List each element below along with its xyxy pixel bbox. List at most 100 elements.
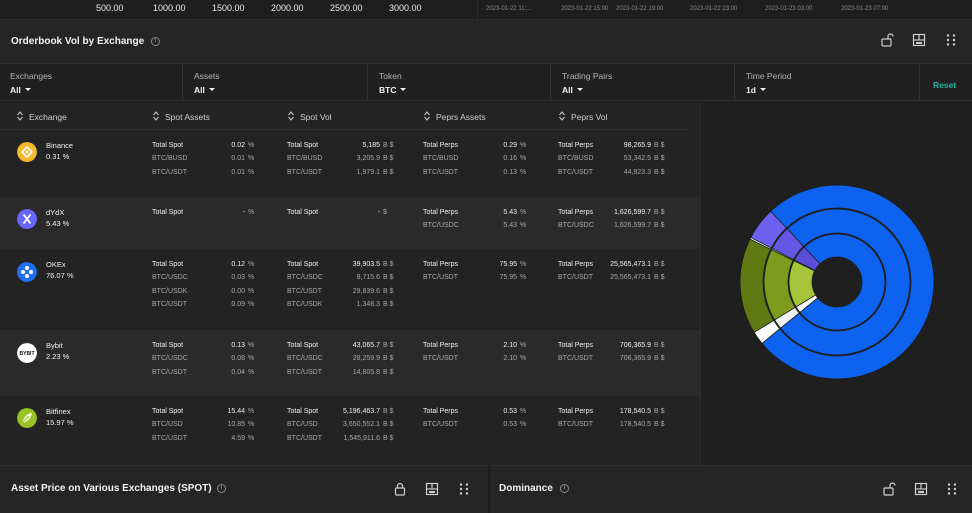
asset-price-panel: Asset Price on Various Exchanges (SPOT) … (0, 465, 488, 513)
layout-icon[interactable] (425, 482, 439, 496)
cell-value: 1,348.3 (356, 300, 380, 308)
cell-unit: % (520, 209, 527, 216)
cell-unit: B $ (383, 168, 394, 176)
cell-value: 3,650,552.1 (343, 421, 380, 429)
exchanges-filter[interactable]: Exchanges All (0, 64, 183, 101)
cell-unit: B $ (654, 355, 665, 363)
lock-icon[interactable] (393, 482, 407, 496)
cell-label: Total Spot (287, 342, 319, 349)
cell-unit: % (248, 209, 255, 216)
chevron-down-icon (25, 88, 31, 91)
cell-label: BTC/BUSD (287, 155, 323, 163)
info-icon[interactable]: i (151, 37, 160, 46)
chevron-down-icon (209, 88, 215, 91)
cell-unit: % (520, 274, 527, 282)
cell-label: BTC/USDT (558, 168, 593, 176)
cell-value: 178,540.5 (619, 421, 651, 429)
sort-icon[interactable] (559, 111, 565, 121)
sunburst-hole (813, 258, 861, 306)
unlock-icon[interactable] (880, 33, 894, 47)
cell-label: Total Perps (558, 408, 594, 415)
binance-logo-icon (17, 142, 37, 162)
reset-button[interactable]: Reset (933, 80, 956, 90)
panel-title: Dominance (499, 483, 553, 494)
info-icon[interactable]: i (560, 484, 569, 493)
info-icon[interactable]: i (217, 484, 226, 493)
layout-icon[interactable] (914, 482, 928, 496)
drag-handle-icon[interactable] (945, 482, 959, 496)
cell-label: Total Spot (152, 342, 184, 349)
date-tick: 2023-01-22 19:00 (616, 6, 664, 12)
filter-value: 1d (746, 85, 756, 95)
table-row[interactable]: dYdX 5.43 % Total Spot -% Total Spot - $ Total … (0, 197, 700, 249)
cell-label: Total Perps (558, 261, 594, 268)
cell-unit: % (520, 261, 527, 268)
exchange-share: 5.43 % (46, 219, 70, 228)
cell-value: 5.43 (503, 222, 517, 230)
sunburst-chart[interactable] (701, 102, 972, 465)
table-row[interactable]: BYBIT Bybit 2.23 % Total Spot 0.13% BTC/USDC 0… (0, 330, 700, 396)
cell-label: BTC/BUSD (152, 155, 188, 163)
trading-pairs-filter[interactable]: Trading Pairs All (552, 64, 735, 101)
sort-icon[interactable] (153, 111, 159, 121)
cell-label: BTC/USDT (152, 300, 187, 308)
cell-label: BTC/USDT (152, 368, 187, 376)
column-header[interactable]: Peprs Assets (436, 112, 486, 122)
exchange-share: 2.23 % (46, 352, 70, 361)
column-header[interactable]: Peprs Vol (571, 112, 607, 122)
date-tick: 2023-01-22 23:00 (690, 6, 738, 12)
cell-label: BTC/USDT (152, 168, 187, 176)
sort-icon[interactable] (17, 111, 23, 121)
assets-filter[interactable]: Assets All (184, 64, 368, 101)
filter-value: All (10, 85, 21, 95)
drag-handle-icon[interactable] (944, 33, 958, 47)
cell-label: BTC/USDT (558, 355, 593, 363)
filter-value: All (562, 85, 573, 95)
table-row[interactable]: Binance 0.31 % Total Spot 0.02% BTC/BUSD 0.01… (0, 130, 700, 197)
cell-unit: B $ (383, 342, 394, 349)
cell-label: Total Spot (287, 142, 319, 149)
cell-label: BTC/USDC (423, 222, 459, 230)
chevron-down-icon (577, 88, 583, 91)
cell-unit: % (248, 300, 255, 308)
cell-label: Total Spot (152, 408, 184, 415)
cell-value: 98,265.9 (623, 142, 651, 149)
sort-icon[interactable] (288, 111, 294, 121)
x-tick: 500.00 (96, 3, 124, 13)
orderbook-table: Exchange Spot Assets Spot Vol Peprs Assets P… (0, 102, 700, 465)
cell-unit: % (248, 261, 255, 268)
cell-value: 706,365.9 (619, 342, 651, 349)
cell-label: Total Perps (423, 142, 459, 149)
layout-icon[interactable] (912, 33, 926, 47)
sort-icon[interactable] (424, 111, 430, 121)
table-header: Exchange Spot Assets Spot Vol Peprs Assets P… (0, 102, 688, 130)
cell-value: 43,065.7 (352, 342, 380, 349)
cell-unit: B $ (654, 209, 665, 216)
cell-label: BTC/USDC (558, 222, 594, 230)
token-filter[interactable]: Token BTC (369, 64, 551, 101)
cell-value: 2.10 (503, 342, 517, 349)
exchange-name: Bybit (46, 341, 63, 350)
cell-label: BTC/USDC (287, 274, 323, 282)
cell-unit: B $ (383, 274, 394, 282)
cell-value: 0.09 (231, 300, 245, 308)
exchange-name: OKEx (46, 260, 66, 269)
table-row[interactable]: Bitfinex 15.97 % Total Spot 15.44% BTC/USD 10… (0, 396, 700, 465)
cell-unit: B $ (383, 368, 394, 376)
cell-label: BTC/BUSD (558, 155, 594, 163)
column-header[interactable]: Exchange (29, 112, 67, 122)
cell-unit: % (248, 155, 255, 163)
table-row[interactable]: OKEx 76.07 % Total Spot 0.12% BTC/USDC 0.03% B… (0, 249, 700, 330)
svg-text:BYBIT: BYBIT (20, 351, 35, 357)
column-header[interactable]: Spot Assets (165, 112, 210, 122)
time-period-filter[interactable]: Time Period 1d (736, 64, 920, 101)
cell-label: BTC/USDT (423, 421, 458, 429)
dydx-logo-icon (17, 209, 37, 229)
date-tick: 2023-01-22 15:00 (561, 6, 609, 12)
cell-unit: B $ (383, 261, 394, 268)
column-header[interactable]: Spot Vol (300, 112, 332, 122)
unlock-icon[interactable] (882, 482, 896, 496)
drag-handle-icon[interactable] (457, 482, 471, 496)
cell-value: 0.16 (503, 155, 517, 163)
cell-label: BTC/USDC (152, 355, 188, 363)
